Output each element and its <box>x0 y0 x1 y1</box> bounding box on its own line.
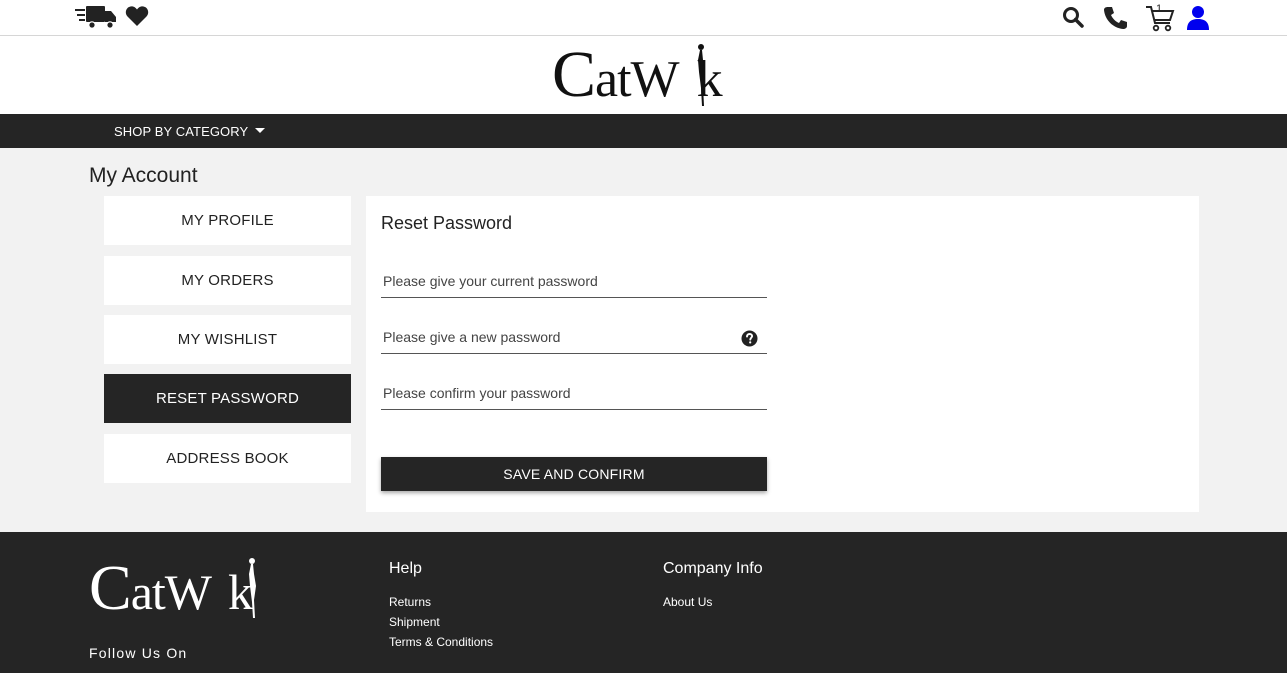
shop-by-category-dropdown[interactable]: SHOP BY CATEGORY <box>114 124 266 139</box>
panel-title: Reset Password <box>381 213 513 233</box>
category-nav-bar: SHOP BY CATEGORY <box>0 114 1287 148</box>
user-icon[interactable] <box>1186 5 1210 36</box>
truck-icon[interactable] <box>75 5 117 34</box>
confirm-password-field[interactable] <box>381 376 767 410</box>
sidebar-item-my-orders[interactable]: MY ORDERS <box>104 256 351 305</box>
logo-header: CatW k <box>0 36 1287 114</box>
sidebar-item-reset-password[interactable]: RESET PASSWORD <box>104 374 351 423</box>
current-password-field[interactable] <box>381 264 767 298</box>
footer-link-about-us[interactable]: About Us <box>663 595 712 609</box>
save-and-confirm-button[interactable]: SAVE AND CONFIRM <box>381 457 767 491</box>
footer: CatW k Follow Us On Help Returns Shipment… <box>0 532 1287 673</box>
help-heading: Help <box>389 560 422 577</box>
footer-link-shipment[interactable]: Shipment <box>389 615 440 629</box>
shop-by-category-label: SHOP BY CATEGORY <box>114 124 249 139</box>
company-info-heading: Company Info <box>663 560 763 577</box>
footer-link-terms[interactable]: Terms & Conditions <box>389 635 493 649</box>
footer-link-returns[interactable]: Returns <box>389 595 431 609</box>
sidebar-item-my-profile[interactable]: MY PROFILE <box>104 196 351 245</box>
sidebar-item-my-wishlist[interactable]: MY WISHLIST <box>104 315 351 364</box>
question-circle-icon[interactable] <box>741 330 758 352</box>
new-password-field[interactable] <box>381 320 767 354</box>
footer-brand-logo[interactable]: CatW k <box>89 556 253 624</box>
caret-down-icon <box>255 128 266 133</box>
follow-us-label: Follow Us On <box>89 645 188 661</box>
footer-logo-figure-icon <box>243 556 261 625</box>
search-icon[interactable] <box>1062 6 1084 33</box>
heart-icon[interactable] <box>125 5 149 32</box>
sidebar-item-address-book[interactable]: ADDRESS BOOK <box>104 434 351 483</box>
logo-figure-icon <box>691 42 711 113</box>
reset-password-panel: Reset Password SAVE AND CONFIRM <box>366 196 1199 512</box>
phone-icon[interactable] <box>1103 6 1129 35</box>
cart-count-badge: 1 <box>1156 3 1163 15</box>
page-title: My Account <box>89 164 198 187</box>
top-utility-bar: 1 <box>0 0 1287 36</box>
